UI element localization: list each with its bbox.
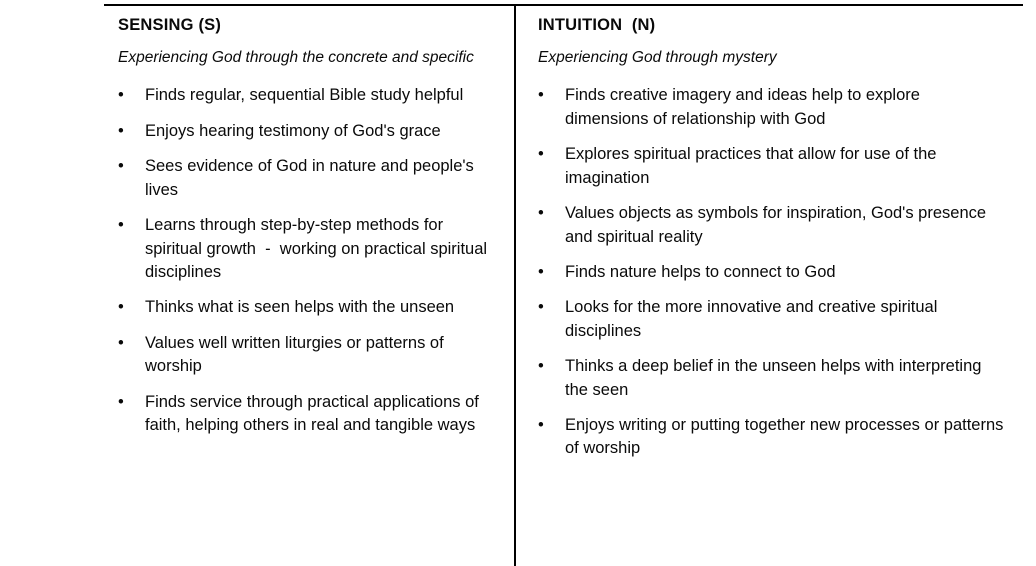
list-item: • Enjoys hearing testimony of God's grac…: [118, 120, 500, 143]
list-item-text: Values objects as symbols for inspiratio…: [565, 204, 991, 246]
list-item-text: Learns through step-by-step methods for …: [145, 216, 492, 281]
table-column-intuition: INTUITION (N) Experiencing God through m…: [514, 6, 1023, 566]
bullet-point-icon: •: [538, 204, 544, 223]
list-item-text: Finds nature helps to connect to God: [565, 262, 836, 281]
bullet-point-icon: •: [538, 416, 544, 435]
list-item: • Learns through step-by-step methods fo…: [118, 214, 500, 284]
list-item-text: Enjoys hearing testimony of God's grace: [145, 121, 441, 140]
bullet-point-icon: •: [538, 298, 544, 317]
bullet-point-icon: •: [538, 357, 544, 376]
list-item-text: Thinks what is seen helps with the unsee…: [145, 298, 455, 317]
column-subtitle-intuition: Experiencing God through mystery: [538, 48, 777, 66]
bullet-point-icon: •: [538, 145, 544, 164]
column-title-sensing: SENSING (S): [118, 16, 222, 34]
list-item-text: Finds service through practical applicat…: [145, 392, 484, 435]
comparison-table: SENSING (S) Experiencing God through the…: [104, 4, 1023, 566]
list-item: • Thinks what is seen helps with the uns…: [118, 296, 500, 319]
bullet-point-icon: •: [118, 86, 124, 105]
list-item: • Values well written liturgies or patte…: [118, 332, 500, 379]
column-subtitle-sensing: Experiencing God through the concrete an…: [118, 48, 474, 66]
bullet-point-icon: •: [118, 298, 124, 317]
list-item-text: Looks for the more innovative and creati…: [565, 298, 942, 340]
list-item: • Finds nature helps to connect to God: [538, 261, 1007, 284]
list-item: • Thinks a deep belief in the unseen hel…: [538, 355, 1007, 402]
list-item: • Finds service through practical applic…: [118, 391, 500, 438]
list-item-text: Sees evidence of God in nature and peopl…: [145, 157, 479, 199]
list-item-text: Explores spiritual practices that allow …: [565, 145, 942, 187]
list-item: • Values objects as symbols for inspirat…: [538, 202, 1007, 249]
table-column-sensing: SENSING (S) Experiencing God through the…: [104, 6, 514, 566]
list-item-text: Finds regular, sequential Bible study he…: [145, 86, 464, 105]
list-item: • Enjoys writing or putting together new…: [538, 414, 1007, 461]
bullet-point-icon: •: [118, 157, 124, 176]
list-item-text: Finds creative imagery and ideas help to…: [565, 86, 925, 128]
list-item: • Sees evidence of God in nature and peo…: [118, 155, 500, 202]
bullet-point-icon: •: [118, 216, 124, 235]
list-item: • Finds creative imagery and ideas help …: [538, 84, 1007, 131]
document-page: SENSING (S) Experiencing God through the…: [0, 0, 1036, 566]
list-item: • Finds regular, sequential Bible study …: [118, 84, 500, 107]
bullet-point-icon: •: [538, 262, 544, 281]
list-item-text: Values well written liturgies or pattern…: [145, 333, 449, 376]
list-item-text: Enjoys writing or putting together new p…: [565, 416, 1008, 458]
bullet-point-icon: •: [538, 86, 544, 105]
bullet-point-icon: •: [118, 121, 124, 140]
bullet-list-intuition: • Finds creative imagery and ideas help …: [538, 84, 1007, 460]
bullet-list-sensing: • Finds regular, sequential Bible study …: [118, 84, 500, 437]
list-item: • Explores spiritual practices that allo…: [538, 143, 1007, 190]
list-item-text: Thinks a deep belief in the unseen helps…: [565, 357, 987, 399]
bullet-point-icon: •: [118, 392, 124, 411]
column-title-intuition: INTUITION (N): [538, 16, 656, 34]
list-item: • Looks for the more innovative and crea…: [538, 296, 1007, 343]
bullet-point-icon: •: [118, 333, 124, 352]
